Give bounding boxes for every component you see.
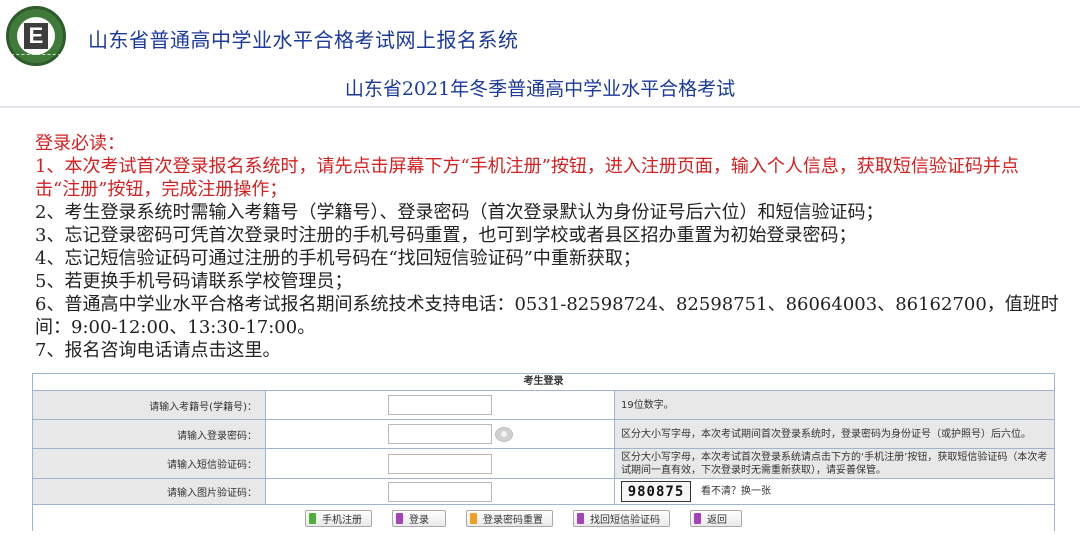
login-button[interactable]: 登录 (392, 509, 446, 527)
row-password: 请输入登录密码： 区分大小写字母，本次考试期间首次登录系统时，登录密码为身份证号… (33, 420, 1054, 449)
password-input[interactable] (388, 424, 492, 444)
recover-sms-code-label: 找回短信验证码 (590, 514, 660, 526)
register-icon (309, 512, 316, 524)
notice-item-2: 2、考生登录系统时需输入考籍号（学籍号）、登录密码（首次登录默认为身份证号后六位… (35, 202, 884, 223)
back-button[interactable]: 返回 (690, 509, 742, 527)
header: E 山东省普通高中学业水平合格考试网上报名系统 (0, 0, 1080, 70)
row-sms-code: 请输入短信验证码： 区分大小写字母，本次考试首次登录系统请点击下方的‘手机注册’… (33, 449, 1054, 479)
image-captcha-label: 请输入图片验证码： (33, 479, 266, 504)
notice-item-7-consult-link[interactable]: 7、报名咨询电话请点击这里。 (35, 339, 1060, 362)
recover-sms-code-button[interactable]: 找回短信验证码 (573, 509, 670, 527)
sms-code-label: 请输入短信验证码： (33, 449, 266, 478)
notice-item-3: 3、忘记登录密码可凭首次登录时注册的手机号码重置，也可到学校或者县区招办重置为初… (35, 225, 857, 246)
notice-item-1: 1、本次考试首次登录报名系统时，请先点击屏幕下方“手机注册”按钮，进入注册页面，… (35, 156, 1019, 200)
row-student-id: 请输入考籍号(学籍号)： 19位数字。 (33, 391, 1054, 420)
student-id-input[interactable] (388, 395, 492, 415)
sms-code-input[interactable] (388, 453, 492, 474)
reset-password-button[interactable]: 登录密码重置 (466, 509, 553, 527)
mobile-register-button[interactable]: 手机注册 (305, 509, 372, 527)
login-notice: 登录必读： 1、本次考试首次登录报名系统时，请先点击屏幕下方“手机注册”按钮，进… (35, 132, 1060, 362)
login-panel: 考生登录 请输入考籍号(学籍号)： 19位数字。 请输入登录密码： 区分大小写字… (32, 373, 1055, 531)
back-icon (694, 512, 701, 524)
row-image-captcha: 请输入图片验证码： 980875 看不清？换一张 (33, 479, 1054, 505)
exam-logo-icon: E (6, 6, 66, 66)
notice-item-6: 6、普通高中学业水平合格考试报名期间系统技术支持电话：0531-82598724… (35, 294, 1059, 338)
header-divider (0, 106, 1080, 108)
exam-title: 山东省2021年冬季普通高中学业水平合格考试 (344, 78, 736, 100)
refresh-captcha-link[interactable]: 看不清？换一张 (701, 485, 771, 498)
sms-code-hint: 区分大小写字母，本次考试首次登录系统请点击下方的‘手机注册’按钮，获取短信验证码… (615, 449, 1054, 478)
login-icon (396, 512, 403, 524)
student-id-hint: 19位数字。 (615, 391, 1054, 419)
login-title: 考生登录 (33, 374, 1054, 391)
image-captcha-input[interactable] (388, 481, 492, 502)
reset-icon (470, 512, 477, 524)
back-label: 返回 (707, 514, 727, 526)
password-label: 请输入登录密码： (33, 420, 266, 448)
button-row: 手机注册 登录 登录密码重置 找回短信验证码 返回 (33, 505, 1054, 531)
logo-letter: E (24, 23, 48, 49)
captcha-image[interactable]: 980875 (621, 481, 691, 502)
notice-item-5: 5、若更换手机号码请联系学校管理员； (35, 271, 353, 292)
show-password-eye-icon[interactable] (495, 426, 513, 442)
reset-password-label: 登录密码重置 (483, 514, 543, 526)
student-id-label: 请输入考籍号(学籍号)： (33, 391, 266, 419)
notice-item-4: 4、忘记短信验证码可通过注册的手机号码在“找回短信验证码”中重新获取； (35, 248, 641, 269)
mobile-register-label: 手机注册 (322, 514, 362, 526)
recover-icon (577, 512, 584, 524)
site-title: 山东省普通高中学业水平合格考试网上报名系统 (88, 28, 519, 52)
login-label: 登录 (409, 514, 429, 526)
password-hint: 区分大小写字母，本次考试期间首次登录系统时，登录密码为身份证号（或护照号）后六位… (615, 420, 1054, 448)
notice-heading: 登录必读： (35, 133, 125, 154)
